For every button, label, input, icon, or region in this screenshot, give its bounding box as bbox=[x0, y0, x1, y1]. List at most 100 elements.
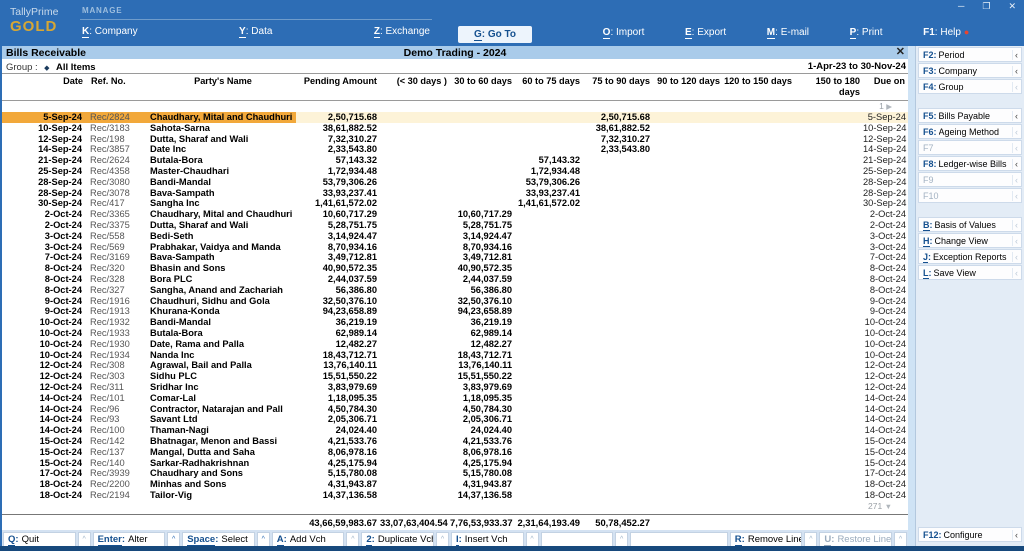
cell-d90_120 bbox=[653, 242, 723, 253]
total-d150_180 bbox=[795, 517, 863, 528]
table-row[interactable]: 18-Oct-24Rec/2194Tailor-Vig14,37,136.581… bbox=[2, 490, 908, 501]
total-d30_60: 7,76,53,933.37 bbox=[450, 517, 515, 528]
table-row[interactable]: 14-Oct-24Rec/100Thaman-Nagi24,024.4024,0… bbox=[2, 425, 908, 436]
cell-d60_75: 53,79,306.26 bbox=[515, 177, 583, 188]
sidebar-button-f2-period[interactable]: F2:Period‹ bbox=[918, 47, 1022, 62]
table-row[interactable]: 12-Oct-24Rec/303Sidhu PLC15,51,550.2215,… bbox=[2, 371, 908, 382]
table-row[interactable]: 25-Sep-24Rec/4358Master-Chaudhari1,72,93… bbox=[2, 166, 908, 177]
chevron-left-icon: ‹ bbox=[1012, 236, 1020, 246]
menu-item-exchange[interactable]: Z: Exchange bbox=[374, 26, 430, 37]
table-row[interactable]: 8-Oct-24Rec/328Bora PLC2,44,037.592,44,0… bbox=[2, 274, 908, 285]
menu-item-help[interactable]: F1: Help● bbox=[923, 27, 969, 38]
cell-d90_120 bbox=[653, 198, 723, 209]
table-row[interactable]: 28-Sep-24Rec/3080Bandi-Mandal53,79,306.2… bbox=[2, 177, 908, 188]
menu-item-e-mail[interactable]: M: E-mail bbox=[767, 27, 809, 38]
table-row[interactable]: 2-Oct-24Rec/3375Dutta, Sharaf and Wali5,… bbox=[2, 220, 908, 231]
goto-button[interactable]: G: Go To bbox=[458, 26, 532, 43]
table-row[interactable]: 2-Oct-24Rec/3365Chaudhary, Mital and Cha… bbox=[2, 209, 908, 220]
table-row[interactable]: 10-Oct-24Rec/1930Date, Rama and Palla12,… bbox=[2, 339, 908, 350]
table-row[interactable]: 28-Sep-24Rec/3078Bava-Sampath33,93,237.4… bbox=[2, 188, 908, 199]
menu-item-import[interactable]: O: Import bbox=[603, 27, 645, 38]
sidebar-button-l-save-view[interactable]: L:Save View‹ bbox=[918, 265, 1022, 280]
cell-due: 12-Oct-24 bbox=[863, 371, 908, 382]
table-row[interactable]: 15-Oct-24Rec/137Mangal, Dutta and Saha8,… bbox=[2, 447, 908, 458]
cell-d120_150 bbox=[723, 263, 795, 274]
cell-d60_75 bbox=[515, 296, 583, 307]
table-row[interactable]: 10-Oct-24Rec/1933Butala-Bora62,989.1462,… bbox=[2, 328, 908, 339]
cell-d30_60: 56,386.80 bbox=[450, 285, 515, 296]
table-row[interactable]: 10-Sep-24Rec/3183Sahota-Sarna38,61,882.5… bbox=[2, 123, 908, 134]
vertical-scrollbar[interactable] bbox=[908, 46, 915, 546]
menu-item-data[interactable]: Y: Data bbox=[239, 26, 272, 37]
cell-d150_180 bbox=[795, 360, 863, 371]
table-row[interactable]: 8-Oct-24Rec/320Bhasin and Sons40,90,572.… bbox=[2, 263, 908, 274]
cell-d150_180 bbox=[795, 414, 863, 425]
cell-ref: Rec/3078 bbox=[86, 188, 150, 199]
table-row[interactable]: 15-Oct-24Rec/140Sarkar-Radhakrishnan4,25… bbox=[2, 458, 908, 469]
cell-d60_75: 57,143.32 bbox=[515, 155, 583, 166]
cell-d30_60: 32,50,376.10 bbox=[450, 296, 515, 307]
sidebar-button-h-change-view[interactable]: H:Change View‹ bbox=[918, 233, 1022, 248]
sidebar-button-f5-bills-payable[interactable]: F5:Bills Payable‹ bbox=[918, 108, 1022, 123]
table-row[interactable]: 3-Oct-24Rec/569Prabhakar, Vaidya and Man… bbox=[2, 242, 908, 253]
table-row[interactable]: 12-Oct-24Rec/308Agrawal, Bail and Palla1… bbox=[2, 360, 908, 371]
cell-d75_90 bbox=[583, 188, 653, 199]
minimize-button[interactable]: ─ bbox=[958, 1, 964, 12]
table-row[interactable]: 18-Oct-24Rec/2200Minhas and Sons4,31,943… bbox=[2, 479, 908, 490]
table-row[interactable]: 12-Sep-24Rec/198Dutta, Sharaf and Wali7,… bbox=[2, 134, 908, 145]
table-row[interactable]: 7-Oct-24Rec/3169Bava-Sampath3,49,712.813… bbox=[2, 252, 908, 263]
configure-button[interactable]: F12: Configure ‹ bbox=[918, 527, 1022, 542]
cell-d30_60: 12,482.27 bbox=[450, 339, 515, 350]
cell-d150_180 bbox=[795, 231, 863, 242]
cell-due: 12-Oct-24 bbox=[863, 360, 908, 371]
table-row[interactable]: 3-Oct-24Rec/558Bedi-Seth3,14,924.473,14,… bbox=[2, 231, 908, 242]
table-row[interactable]: 10-Oct-24Rec/1932Bandi-Mandal36,219.1936… bbox=[2, 317, 908, 328]
cell-d150_180 bbox=[795, 263, 863, 274]
cell-lt30 bbox=[380, 123, 450, 134]
table-row[interactable]: 9-Oct-24Rec/1916Chaudhuri, Sidhu and Gol… bbox=[2, 296, 908, 307]
sidebar-button-f8-ledger-wise-bills[interactable]: F8:Ledger-wise Bills‹ bbox=[918, 156, 1022, 171]
table-row[interactable]: 30-Sep-24Rec/417Sangha Inc1,41,61,572.02… bbox=[2, 198, 908, 209]
tallyprime-window: TallyPrime GOLD MANAGE K: CompanyY: Data… bbox=[0, 0, 1024, 551]
cell-d75_90 bbox=[583, 285, 653, 296]
table-row[interactable]: 17-Oct-24Rec/3939Chaudhary and Sons5,15,… bbox=[2, 468, 908, 479]
cell-pending: 40,90,572.35 bbox=[296, 263, 380, 274]
cell-due: 18-Oct-24 bbox=[863, 479, 908, 490]
table-row[interactable]: 14-Oct-24Rec/96Contractor, Natarajan and… bbox=[2, 404, 908, 415]
cell-d90_120 bbox=[653, 339, 723, 350]
cell-ref: Rec/3375 bbox=[86, 220, 150, 231]
close-report-icon[interactable]: ✕ bbox=[896, 45, 905, 58]
table-row[interactable]: 10-Oct-24Rec/1934Nanda Inc18,43,712.7118… bbox=[2, 350, 908, 361]
menu-item-export[interactable]: E: Export bbox=[685, 27, 726, 38]
table-row[interactable]: 14-Oct-24Rec/93Savant Ltd2,05,306.712,05… bbox=[2, 414, 908, 425]
manage-menu-items: K: Company Y: Data Z: Exchange bbox=[80, 20, 432, 37]
scroll-right-arrow-icon: ▶ bbox=[886, 102, 892, 111]
group-value[interactable]: All Items bbox=[56, 62, 96, 73]
cell-party: Chaudhary, Mital and Chaudhuri bbox=[150, 209, 296, 220]
sidebar-button-j-exception-reports[interactable]: J:Exception Reports‹ bbox=[918, 249, 1022, 264]
table-row[interactable]: 14-Sep-24Rec/3857Date Inc2,33,543.802,33… bbox=[2, 144, 908, 155]
table-row[interactable]: 12-Oct-24Rec/311Sridhar Inc3,83,979.693,… bbox=[2, 382, 908, 393]
column-header-30-days: (< 30 days ) bbox=[380, 76, 450, 97]
table-row[interactable]: 9-Oct-24Rec/1913Khurana-Konda94,23,658.8… bbox=[2, 306, 908, 317]
sidebar-button-f3-company[interactable]: F3:Company‹ bbox=[918, 63, 1022, 78]
close-window-button[interactable]: ✕ bbox=[1008, 1, 1016, 12]
cell-d60_75 bbox=[515, 360, 583, 371]
cell-date: 30-Sep-24 bbox=[2, 198, 86, 209]
table-row-selected[interactable]: 5-Sep-24Rec/2824Chaudhary, Mital and Cha… bbox=[2, 112, 908, 123]
menu-item-print[interactable]: P: Print bbox=[850, 27, 883, 38]
table-row[interactable]: 14-Oct-24Rec/101Comar-Lal1,18,095.351,18… bbox=[2, 393, 908, 404]
sidebar-button-f6-ageing-method[interactable]: F6:Ageing Method‹ bbox=[918, 124, 1022, 139]
sidebar-button-f4-group[interactable]: F4:Group‹ bbox=[918, 79, 1022, 94]
table-row[interactable]: 15-Oct-24Rec/142Bhatnagar, Menon and Bas… bbox=[2, 436, 908, 447]
cell-due: 30-Sep-24 bbox=[863, 198, 908, 209]
table-row[interactable]: 21-Sep-24Rec/2624Butala-Bora57,143.3257,… bbox=[2, 155, 908, 166]
cell-d30_60: 62,989.14 bbox=[450, 328, 515, 339]
cell-date: 15-Oct-24 bbox=[2, 436, 86, 447]
sidebar-button-b-basis-of-values[interactable]: B:Basis of Values‹ bbox=[918, 217, 1022, 232]
cell-party: Thaman-Nagi bbox=[150, 425, 296, 436]
maximize-button[interactable]: ❐ bbox=[982, 1, 990, 12]
menu-item-company[interactable]: K: Company bbox=[82, 26, 138, 37]
table-row[interactable]: 8-Oct-24Rec/327Sangha, Anand and Zachari… bbox=[2, 285, 908, 296]
cell-due: 9-Oct-24 bbox=[863, 296, 908, 307]
